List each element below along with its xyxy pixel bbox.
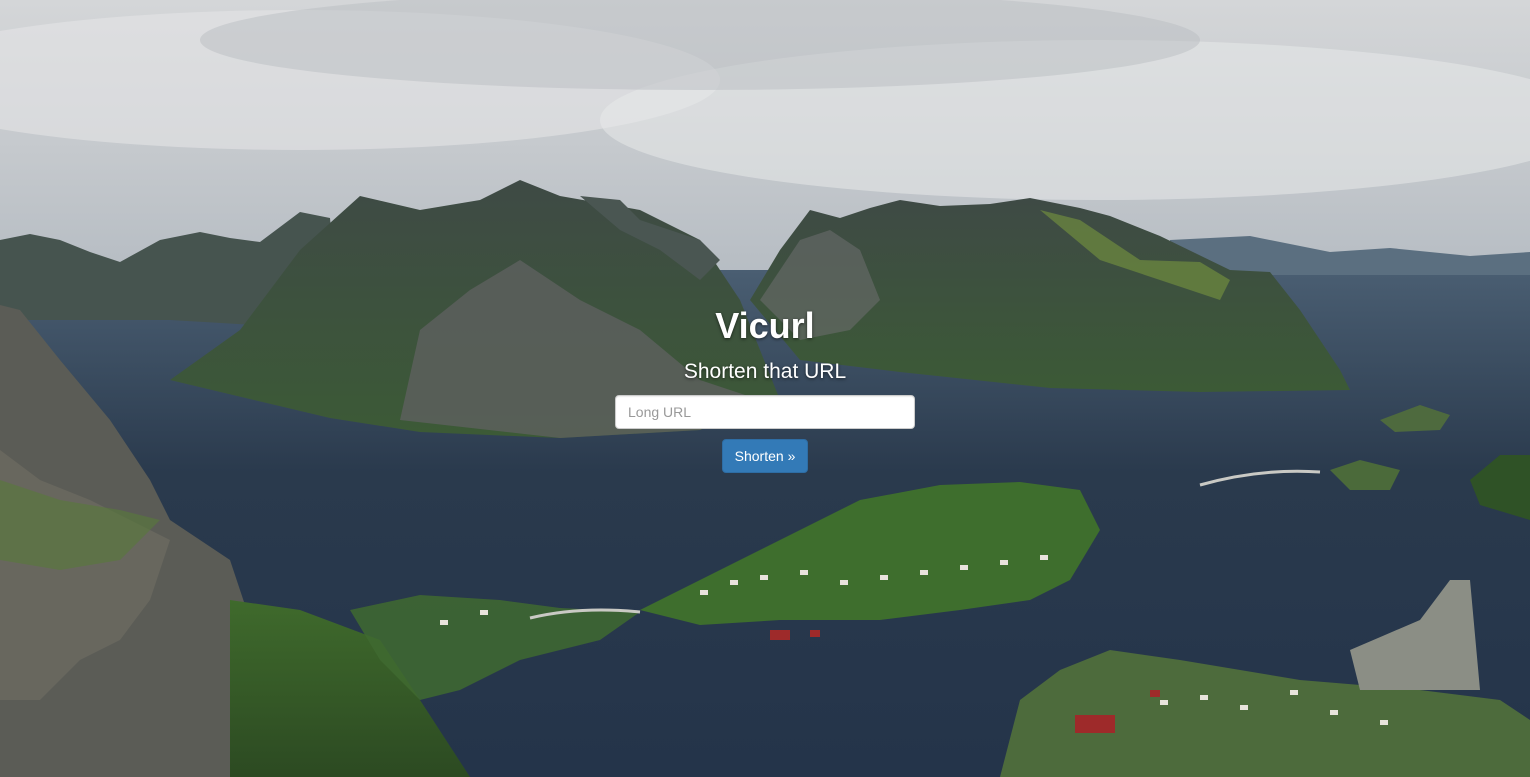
shorten-button[interactable]: Shorten »	[721, 439, 809, 473]
site-title: Vicurl	[715, 305, 815, 346]
hero-content: Vicurl Shorten that URL Shorten »	[0, 0, 1530, 777]
long-url-input[interactable]	[615, 395, 915, 429]
hero-section: Vicurl Shorten that URL Shorten »	[0, 0, 1530, 777]
site-tagline: Shorten that URL	[683, 360, 847, 383]
